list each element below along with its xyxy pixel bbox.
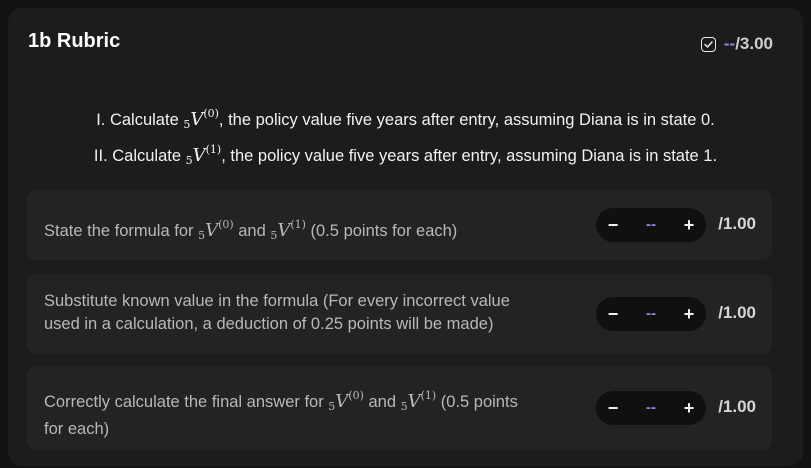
score-total: /3.00 xyxy=(735,34,773,53)
total-score: --/3.00 xyxy=(700,34,773,54)
question-text: II. Calculate xyxy=(93,147,186,165)
decrement-button[interactable]: − xyxy=(600,208,626,242)
question-item: II. Calculate 5V(1), the policy value fi… xyxy=(8,132,803,168)
decrement-button[interactable]: − xyxy=(600,391,626,425)
rubric-header: 1b Rubric --/3.00 xyxy=(8,8,803,78)
points-max: /1.00 xyxy=(718,397,756,416)
increment-button[interactable]: + xyxy=(676,297,702,331)
points-stepper[interactable]: − -- + xyxy=(596,297,706,331)
math-expression: 5V(0) xyxy=(328,389,364,413)
increment-button[interactable]: + xyxy=(676,391,702,425)
points-value[interactable]: -- xyxy=(632,208,670,242)
rubric-title: 1b Rubric xyxy=(28,30,121,52)
math-expression: 5V(0) xyxy=(198,218,234,242)
increment-button[interactable]: + xyxy=(676,208,702,242)
criterion-card: State the formula for 5V(0) and 5V(1) (0… xyxy=(26,190,772,260)
question-list: I. Calculate 5V(0), the policy value fiv… xyxy=(8,96,803,168)
points-value[interactable]: -- xyxy=(632,297,670,331)
question-text: , the policy value five years after entr… xyxy=(218,111,715,129)
criterion-card: Substitute known value in the formula (F… xyxy=(26,274,772,354)
criterion-text: Correctly calculate the final answer for… xyxy=(44,389,518,438)
criterion-text: State the formula for 5V(0) and 5V(1) (0… xyxy=(44,218,458,242)
question-item: I. Calculate 5V(0), the policy value fiv… xyxy=(8,96,803,132)
points-max: /1.00 xyxy=(718,214,756,233)
points-max: /1.00 xyxy=(718,303,756,322)
math-expression: 5V(1) xyxy=(185,143,222,167)
question-text: , the policy value five years after entr… xyxy=(221,147,718,165)
math-expression: 5V(0) xyxy=(183,107,219,131)
math-expression: 5V(1) xyxy=(400,389,437,413)
math-expression: 5V(1) xyxy=(270,218,306,242)
rubric-panel: 1b Rubric --/3.00 I. Calculate 5V(0), th… xyxy=(8,8,803,466)
criterion-card: Correctly calculate the final answer for… xyxy=(26,366,772,450)
points-stepper[interactable]: − -- + xyxy=(596,208,706,242)
checkbox-checked-icon[interactable] xyxy=(700,36,716,52)
decrement-button[interactable]: − xyxy=(600,297,626,331)
criterion-text: Substitute known value in the formula (F… xyxy=(44,292,510,333)
question-text: I. Calculate xyxy=(96,111,184,129)
points-stepper[interactable]: − -- + xyxy=(596,391,706,425)
points-value[interactable]: -- xyxy=(632,391,670,425)
score-value: -- xyxy=(723,34,736,53)
